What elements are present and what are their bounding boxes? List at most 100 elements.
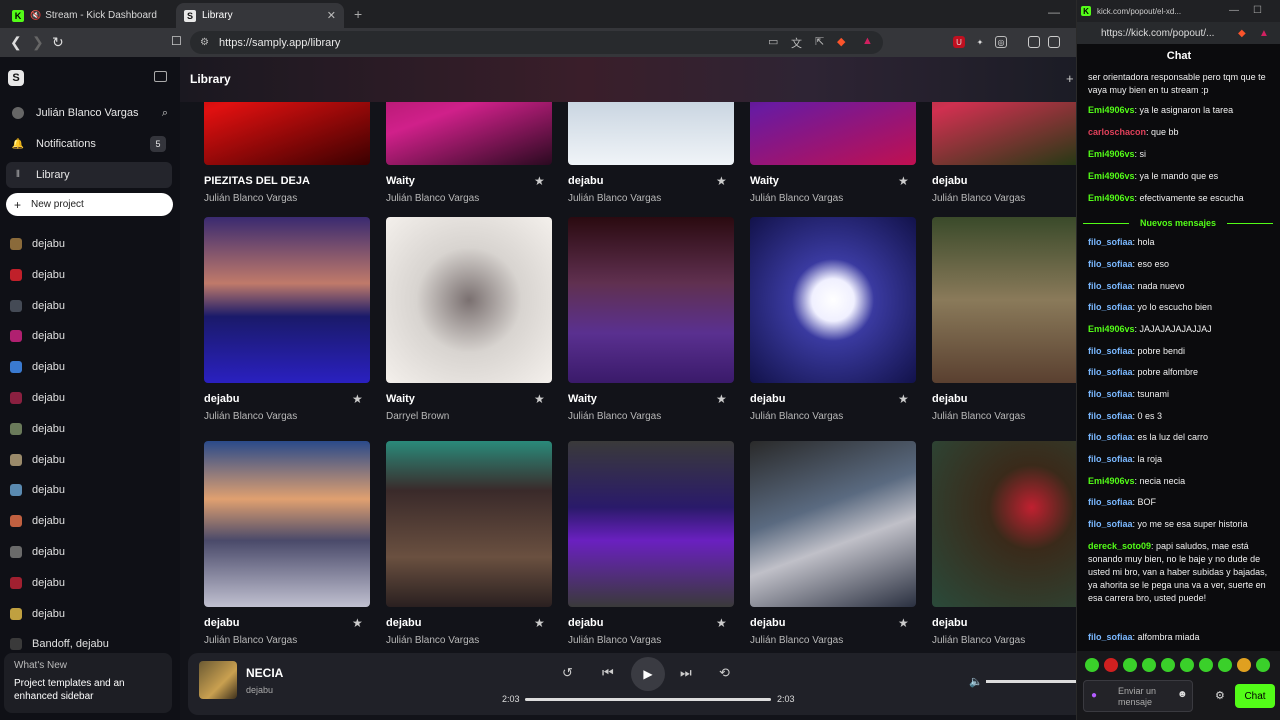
next-icon[interactable]: ⏭ — [680, 665, 692, 681]
project-title[interactable]: Waity — [386, 175, 415, 187]
project-title[interactable]: Waity — [750, 175, 779, 187]
project-artwork[interactable] — [204, 441, 370, 607]
sidebar-project-item[interactable]: dejabu — [10, 296, 65, 316]
brave-shield-icon[interactable]: ◆ — [1238, 28, 1246, 39]
cast-icon[interactable]: ▭ — [768, 35, 778, 48]
chat-username[interactable]: Emi4906vs — [1088, 149, 1135, 159]
sidebar-project-item[interactable]: dejabu — [10, 357, 65, 377]
extensions-icon[interactable]: ✦ — [974, 36, 986, 48]
chat-username[interactable]: filo_sofiaa — [1088, 281, 1133, 291]
sidebar-item-library[interactable]: 𝍪 Library — [6, 162, 172, 188]
sidebar-project-item[interactable]: dejabu — [10, 511, 65, 531]
emote-icon[interactable] — [1142, 658, 1156, 672]
project-title[interactable]: dejabu — [204, 617, 239, 629]
reload-icon[interactable]: ↻ — [52, 34, 64, 51]
project-title[interactable]: dejabu — [750, 393, 785, 405]
favorite-star-icon[interactable]: ★ — [716, 616, 727, 630]
favorite-star-icon[interactable]: ★ — [898, 392, 909, 406]
favorite-star-icon[interactable]: ★ — [534, 174, 545, 188]
project-title[interactable]: dejabu — [568, 175, 603, 187]
chat-username[interactable]: filo_sofiaa — [1088, 346, 1133, 356]
chat-username[interactable]: filo_sofiaa — [1088, 259, 1133, 269]
chat-username[interactable]: filo_sofiaa — [1088, 302, 1133, 312]
track-title[interactable]: NECIA — [246, 666, 283, 680]
favorite-star-icon[interactable]: ★ — [352, 616, 363, 630]
minimize-icon[interactable]: — — [1048, 5, 1060, 19]
toggle-sidebar-icon[interactable] — [154, 71, 167, 82]
tab-kick-dashboard[interactable]: K 🔇 Stream - Kick Dashboard — [4, 3, 174, 28]
sidebar-project-item[interactable]: dejabu — [10, 450, 65, 470]
favorite-star-icon[interactable]: ★ — [716, 392, 727, 406]
volume-icon[interactable]: 🔈 — [969, 675, 983, 688]
chat-username[interactable]: filo_sofiaa — [1088, 454, 1133, 464]
favorite-star-icon[interactable]: ★ — [352, 392, 363, 406]
emote-icon[interactable] — [1104, 658, 1118, 672]
new-project-button[interactable]: + New project — [6, 193, 173, 216]
brave-rewards-icon[interactable]: ▲ — [862, 35, 873, 47]
emote-icon[interactable] — [1256, 658, 1270, 672]
whats-new-card[interactable]: What's New Project templates and an enha… — [4, 653, 172, 713]
sidebar-project-item[interactable]: dejabu — [10, 326, 65, 346]
favorite-star-icon[interactable]: ★ — [716, 174, 727, 188]
project-title[interactable]: PIEZITAS DEL DEJA — [204, 175, 310, 187]
emote-icon[interactable] — [1123, 658, 1137, 672]
ublock-icon[interactable]: U — [953, 36, 965, 48]
loop-icon[interactable]: ⟲ — [719, 665, 730, 681]
sidebar-project-item[interactable]: dejabu — [10, 604, 65, 624]
address-bar[interactable]: ⚙ https://samply.app/library ▭ 文 ⇱ ◆ ▲ — [190, 31, 883, 54]
chat-username[interactable]: Emi4906vs — [1088, 193, 1135, 203]
gear-icon[interactable]: ⚙ — [1215, 689, 1225, 702]
project-title[interactable]: dejabu — [932, 617, 967, 629]
project-artwork[interactable] — [750, 441, 916, 607]
chat-username[interactable]: Emi4906vs — [1088, 171, 1135, 181]
sidebar-panel-icon[interactable] — [1028, 36, 1040, 48]
maximize-icon[interactable]: ☐ — [1253, 5, 1262, 16]
project-artwork[interactable] — [204, 217, 370, 383]
project-title[interactable]: dejabu — [932, 175, 967, 187]
project-artwork[interactable] — [386, 441, 552, 607]
sidebar-project-item[interactable]: Bandoff, dejabu — [10, 634, 109, 654]
close-tab-icon[interactable]: ✕ — [327, 9, 336, 22]
chat-username[interactable]: filo_sofiaa — [1088, 632, 1133, 642]
brave-rewards-icon[interactable]: ▲ — [1259, 28, 1269, 39]
progress-bar[interactable] — [525, 698, 771, 701]
previous-icon[interactable]: ⏮ — [602, 665, 614, 681]
chat-username[interactable]: filo_sofiaa — [1088, 389, 1133, 399]
project-artwork[interactable] — [750, 217, 916, 383]
tab-library[interactable]: S Library ✕ — [176, 3, 344, 28]
emote-icon[interactable] — [1199, 658, 1213, 672]
screenshot-icon[interactable]: ◎ — [995, 36, 1007, 48]
chat-username[interactable]: filo_sofiaa — [1088, 237, 1133, 247]
play-button[interactable]: ▶ — [631, 657, 665, 691]
emote-icon[interactable] — [1085, 658, 1099, 672]
emote-icon[interactable] — [1161, 658, 1175, 672]
project-title[interactable]: Waity — [568, 393, 597, 405]
emote-icon[interactable] — [1218, 658, 1232, 672]
chat-username[interactable]: Emi4906vs — [1088, 105, 1135, 115]
chat-username[interactable]: Emi4906vs — [1088, 324, 1135, 334]
translate-icon[interactable]: 文 — [791, 35, 802, 51]
chat-username[interactable]: carloschacon — [1088, 127, 1146, 137]
project-title[interactable]: dejabu — [750, 617, 785, 629]
replay-icon[interactable]: ↺ — [562, 665, 573, 681]
share-icon[interactable]: ⇱ — [815, 35, 824, 48]
sidebar-project-item[interactable]: dejabu — [10, 542, 65, 562]
sidebar-project-item[interactable]: dejabu — [10, 480, 65, 500]
brave-shield-icon[interactable]: ◆ — [837, 35, 845, 48]
track-cover[interactable] — [199, 661, 237, 699]
new-tab-button[interactable]: + — [354, 6, 362, 22]
samply-logo[interactable]: S — [8, 70, 24, 86]
sidebar-project-item[interactable]: dejabu — [10, 234, 65, 254]
search-icon[interactable]: ⌕ — [162, 107, 168, 120]
sidebar-project-item[interactable]: dejabu — [10, 388, 65, 408]
minimize-icon[interactable]: — — [1229, 5, 1239, 16]
chat-username[interactable]: filo_sofiaa — [1088, 519, 1133, 529]
project-artwork[interactable] — [568, 441, 734, 607]
sidebar-project-item[interactable]: dejabu — [10, 419, 65, 439]
sidebar-project-item[interactable]: dejabu — [10, 265, 65, 285]
project-title[interactable]: dejabu — [204, 393, 239, 405]
project-artwork[interactable] — [386, 217, 552, 383]
chat-username[interactable]: filo_sofiaa — [1088, 497, 1133, 507]
chat-username[interactable]: dereck_soto09 — [1088, 541, 1151, 551]
favorite-star-icon[interactable]: ★ — [534, 392, 545, 406]
